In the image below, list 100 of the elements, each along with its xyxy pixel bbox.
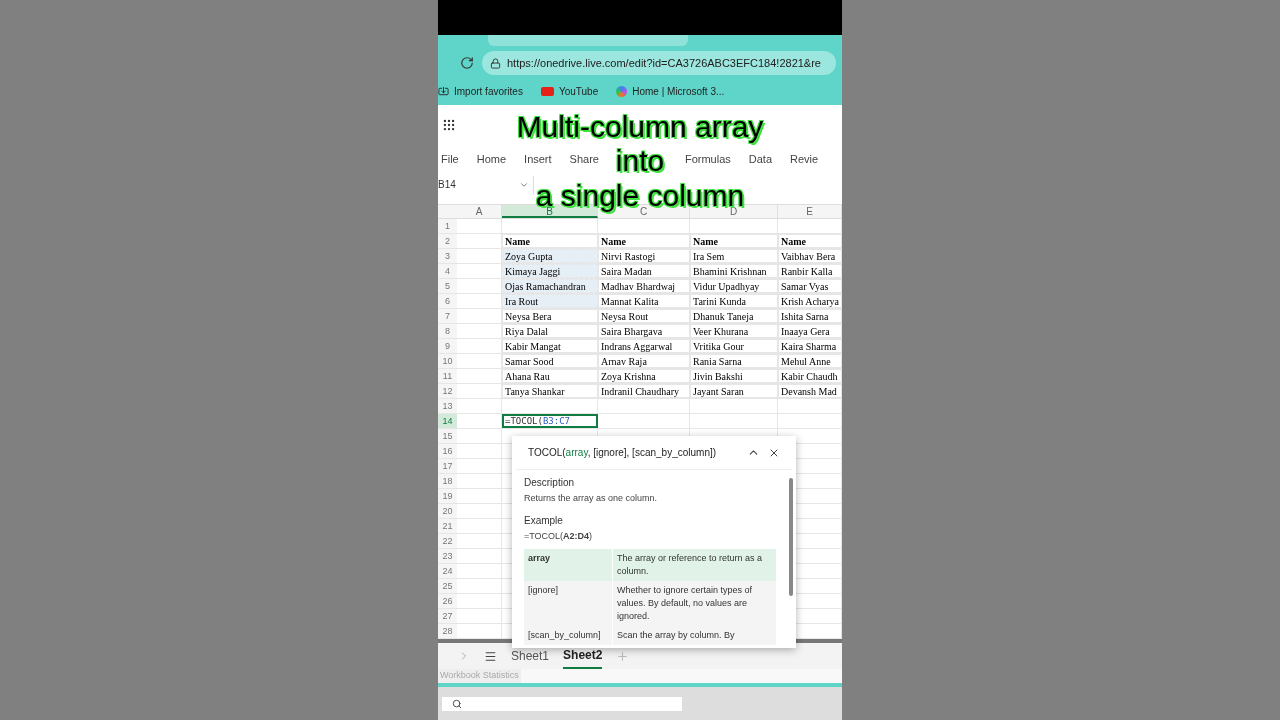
row-number[interactable]: 15 (438, 429, 457, 443)
menu-icon[interactable] (484, 649, 497, 663)
ribbon-tab[interactable]: Formulas (684, 150, 731, 168)
example-heading: Example (524, 513, 564, 528)
row-number[interactable]: 25 (438, 579, 457, 593)
bookmark-link[interactable]: Home | Microsoft 3... (616, 83, 725, 99)
bookmark-link[interactable]: Import favorites (438, 83, 523, 99)
table-cell: Rania Sarna (690, 354, 778, 368)
table-cell: Mehul Anne (778, 354, 842, 368)
ribbon-tab[interactable]: Data (748, 150, 773, 168)
add-sheet-icon[interactable] (616, 649, 630, 663)
row-number[interactable]: 11 (438, 369, 457, 383)
table-cell: Zoya Gupta (502, 249, 598, 263)
table-cell: Zoya Krishna (598, 369, 690, 383)
table-cell: Ira Sem (690, 249, 778, 263)
table-cell: Ishita Sarna (778, 309, 842, 323)
parameter-name: array (527, 552, 552, 565)
table-cell: Mannat Kalita (598, 294, 690, 308)
row-number[interactable]: 18 (438, 474, 457, 488)
table-cell: Jayant Saran (690, 384, 778, 398)
table-cell: Samar Vyas (778, 279, 842, 293)
row-number[interactable]: 10 (438, 354, 457, 368)
table-cell: Bhamini Krishnan (690, 264, 778, 278)
play-icon (540, 86, 554, 96)
row-number[interactable]: 12 (438, 384, 457, 398)
ribbon-tab[interactable]: File (441, 150, 459, 168)
ribbon-tab[interactable]: Insert (524, 150, 552, 168)
bookmark-link[interactable]: YouTube (540, 83, 599, 99)
video-caption: into (615, 146, 665, 176)
column-heading: Name (690, 234, 778, 248)
ribbon-tab[interactable]: Revie (790, 150, 819, 168)
row-number[interactable]: 6 (438, 294, 457, 308)
url-text: https://onedrive.live.com/edit?id=CA3726ABC3EFC184!2821&re (507, 55, 821, 71)
table-cell: Tarini Kunda (690, 294, 778, 308)
row-number[interactable]: 17 (438, 459, 457, 473)
table-cell: Tanya Shankar (502, 384, 598, 398)
search-icon (452, 698, 462, 709)
logo-icon (616, 85, 628, 97)
table-cell: Madhav Bhardwaj (598, 279, 690, 293)
search-field[interactable] (442, 696, 682, 711)
row-number[interactable]: 24 (438, 564, 457, 578)
name-box[interactable]: B14 (438, 175, 534, 194)
row-number[interactable]: 3 (438, 249, 457, 263)
table-cell: Saira Bhargava (598, 324, 690, 338)
row-number[interactable]: 23 (438, 549, 457, 563)
row-number[interactable]: 26 (438, 594, 457, 608)
description-heading: Description (524, 476, 576, 490)
row-number[interactable]: 22 (438, 534, 457, 548)
column-heading: Name (502, 234, 598, 248)
row-number[interactable]: 28 (438, 624, 457, 638)
row-number[interactable]: 19 (438, 489, 457, 503)
table-cell: Ira Rout (502, 294, 598, 308)
row-number[interactable]: 21 (438, 519, 457, 533)
table-cell: Veer Khurana (690, 324, 778, 338)
row-number[interactable]: 27 (438, 609, 457, 623)
row-number[interactable]: 13 (438, 399, 457, 413)
column-heading: Name (778, 234, 842, 248)
table-cell: Ojas Ramachandran (502, 279, 598, 293)
parameter-name: [ignore] (527, 584, 560, 597)
function-signature: TOCOL(array, [ignore], [scan_by_column]) (528, 446, 717, 460)
row-number[interactable]: 9 (438, 339, 457, 353)
row-number[interactable]: 4 (438, 264, 457, 278)
row-number[interactable]: 14 (438, 414, 457, 428)
parameter-description: Scan the array by column. By (612, 626, 776, 645)
row-number[interactable]: 7 (438, 309, 457, 323)
address-bar[interactable]: https://onedrive.live.com/edit?id=CA3726ABC3EFC184!2821&re (482, 51, 836, 75)
parameter-name: [scan_by_column] (527, 629, 602, 642)
ribbon-tab[interactable]: Share (569, 150, 599, 168)
table-cell: Krish Acharya (778, 294, 842, 308)
reload-icon[interactable] (460, 56, 474, 70)
import-icon (438, 85, 449, 97)
sheet-tab[interactable]: Sheet1 (511, 644, 550, 668)
row-number[interactable]: 2 (438, 234, 457, 248)
table-cell: Jivin Bakshi (690, 369, 778, 383)
table-cell: Dhanuk Taneja (690, 309, 778, 323)
table-cell: Neysa Bera (502, 309, 598, 323)
row-number[interactable]: 16 (438, 444, 457, 458)
table-cell: Vidur Upadhyay (690, 279, 778, 293)
table-cell: Kimaya Jaggi (502, 264, 598, 278)
row-number[interactable]: 1 (438, 219, 457, 233)
row-number[interactable]: 8 (438, 324, 457, 338)
table-cell: Saira Madan (598, 264, 690, 278)
row-number[interactable]: 20 (438, 504, 457, 518)
table-cell: Samar Sood (502, 354, 598, 368)
table-cell: Ranbir Kalla (778, 264, 842, 278)
column-header[interactable]: E (778, 205, 842, 218)
row-number[interactable]: 5 (438, 279, 457, 293)
table-cell: Indrans Aggarwal (598, 339, 690, 353)
table-cell: Inaaya Gera (778, 324, 842, 338)
table-cell: Indranil Chaudhary (598, 384, 690, 398)
scrollbar-thumb[interactable] (789, 478, 793, 596)
app-launcher-icon[interactable] (442, 118, 456, 132)
table-cell: Kaira Sharma (778, 339, 842, 353)
video-caption: Multi-column array (516, 112, 764, 142)
table-cell: Riya Dalal (502, 324, 598, 338)
description-text: Returns the array as one column. (524, 492, 659, 505)
ribbon-tab[interactable]: Home (476, 150, 507, 168)
table-cell: Ahana Rau (502, 369, 598, 383)
table-cell: Nirvi Rastogi (598, 249, 690, 263)
edit-cell[interactable]: =TOCOL(B3:C7 (502, 414, 598, 428)
